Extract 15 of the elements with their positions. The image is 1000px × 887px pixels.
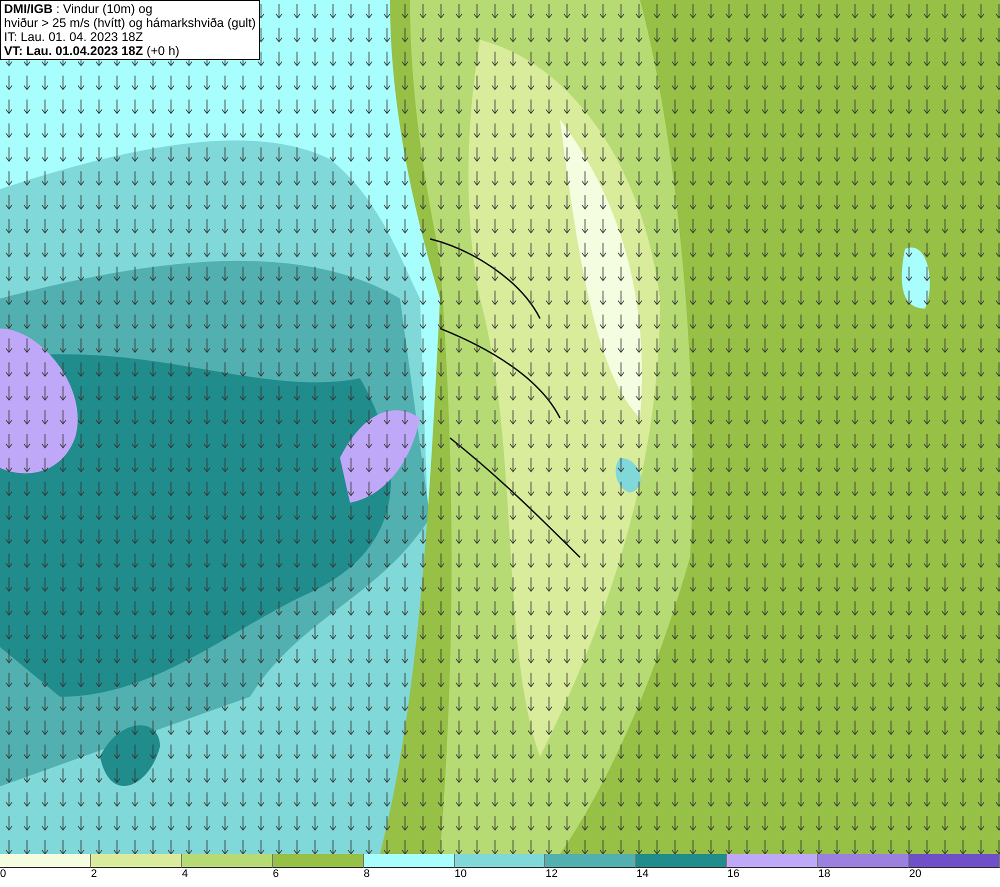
info-text: DMI/IGB : Vindur (10m) og xyxy=(4,2,154,16)
legend-label: 4 xyxy=(182,868,188,881)
legend-label: 10 xyxy=(454,868,467,881)
legend-label: 6 xyxy=(272,868,279,881)
legend-label: 12 xyxy=(545,868,558,881)
legend-label: 8 xyxy=(364,868,370,881)
legend-label: 14 xyxy=(636,868,649,881)
legend-label: 0 xyxy=(0,868,6,881)
info-text: IT: Lau. 01. 04. 2023 18Z xyxy=(4,30,144,44)
info-text: hviður > 25 m/s (hvítt) og hámarkshviða (gult) xyxy=(4,16,256,30)
legend-label: 2 xyxy=(90,868,98,881)
legend-label: 20 xyxy=(909,868,922,881)
legend-label: 18 xyxy=(818,868,830,881)
legend-label: 16 xyxy=(727,868,740,881)
info-text: VT: Lau. 01.04.2023 18Z (+0 h) xyxy=(4,44,180,58)
